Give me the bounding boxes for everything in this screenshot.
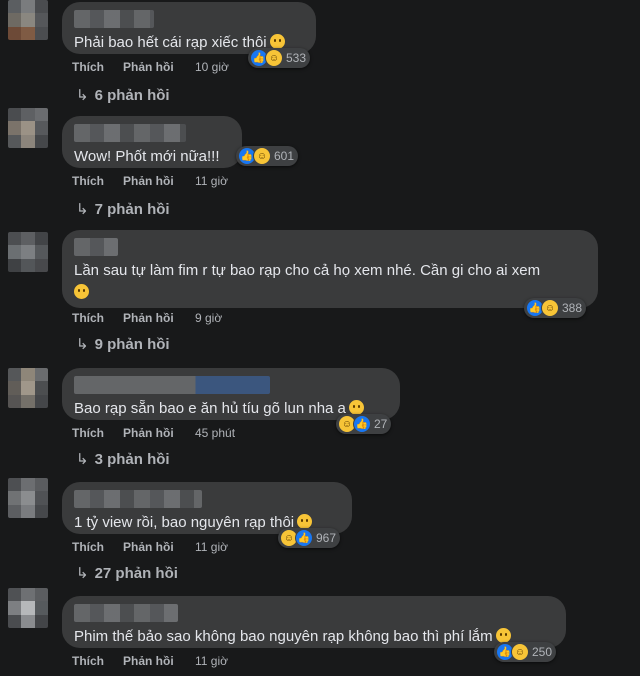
- comment-actions: Thích Phản hồi 11 giờ: [72, 540, 228, 554]
- reply-link[interactable]: Phản hồi: [123, 426, 195, 440]
- view-replies-link[interactable]: ↳ 27 phản hồi: [76, 564, 178, 582]
- reply-link[interactable]: Phản hồi: [123, 311, 195, 325]
- reply-link[interactable]: Phản hồi: [123, 654, 195, 668]
- reaction-summary[interactable]: ☺ 👍 27: [336, 414, 392, 434]
- crying-emoji-icon: [297, 514, 313, 529]
- avatar[interactable]: [8, 232, 48, 272]
- comment-text: Phim thế bảo sao không bao nguyên rạp kh…: [74, 626, 554, 648]
- reaction-count: 27: [374, 417, 388, 431]
- comment-bubble: 1 tỷ view rồi, bao nguyên rạp thôi: [62, 482, 352, 534]
- reaction-count: 967: [316, 531, 337, 545]
- comment-time[interactable]: 11 giờ: [195, 540, 228, 554]
- rolling-laughing-emoji-icon: [74, 284, 89, 299]
- avatar[interactable]: [8, 588, 48, 628]
- commenter-name[interactable]: [74, 124, 186, 142]
- replies-label: 6 phản hồi: [94, 87, 170, 104]
- replies-label: 7 phản hồi: [94, 201, 170, 218]
- reaction-summary[interactable]: 👍 ☺ 250: [494, 642, 557, 662]
- reaction-count: 533: [286, 51, 307, 65]
- haha-reaction-icon: ☺: [253, 147, 271, 165]
- comment-actions: Thích Phản hồi 10 giờ: [72, 60, 229, 74]
- commenter-name[interactable]: [74, 376, 270, 394]
- view-replies-link[interactable]: ↳ 6 phản hồi: [76, 86, 170, 104]
- comment-actions: Thích Phản hồi 11 giờ: [72, 174, 228, 188]
- avatar[interactable]: [8, 0, 48, 40]
- replies-label: 3 phản hồi: [94, 451, 170, 468]
- commenter-name[interactable]: [74, 490, 202, 508]
- view-replies-link[interactable]: ↳ 3 phản hồi: [76, 450, 170, 468]
- reply-arrow-icon: ↳: [76, 87, 89, 104]
- comment-text: Wow! Phốt mới nữa!!!: [74, 148, 220, 165]
- replies-label: 9 phản hồi: [94, 336, 170, 353]
- commenter-name[interactable]: [74, 604, 178, 622]
- reply-link[interactable]: Phản hồi: [123, 174, 195, 188]
- reaction-summary[interactable]: ☺ 👍 967: [278, 528, 341, 548]
- reply-arrow-icon: ↳: [76, 201, 89, 218]
- comment-time[interactable]: 45 phút: [195, 426, 235, 440]
- reply-link[interactable]: Phản hồi: [123, 60, 195, 74]
- comment-bubble: Phải bao hết cái rạp xiếc thôi: [62, 2, 316, 54]
- like-link[interactable]: Thích: [72, 311, 123, 325]
- like-link[interactable]: Thích: [72, 654, 123, 668]
- haha-reaction-icon: ☺: [511, 643, 529, 661]
- haha-reaction-icon: ☺: [265, 49, 283, 67]
- comment-time[interactable]: 11 giờ: [195, 654, 228, 668]
- like-reaction-icon: 👍: [295, 529, 313, 547]
- reaction-count: 601: [274, 149, 295, 163]
- view-replies-link[interactable]: ↳ 7 phản hồi: [76, 200, 170, 218]
- commenter-name[interactable]: [74, 10, 154, 28]
- haha-reaction-icon: ☺: [541, 299, 559, 317]
- comment-time[interactable]: 9 giờ: [195, 311, 222, 325]
- replies-label: 27 phản hồi: [94, 565, 178, 582]
- avatar[interactable]: [8, 368, 48, 408]
- like-link[interactable]: Thích: [72, 426, 123, 440]
- like-link[interactable]: Thích: [72, 540, 123, 554]
- comment-bubble: Phim thế bảo sao không bao nguyên rạp kh…: [62, 596, 566, 648]
- reaction-count: 388: [562, 301, 583, 315]
- view-replies-link[interactable]: ↳ 9 phản hồi: [76, 335, 170, 353]
- comment-time[interactable]: 11 giờ: [195, 174, 228, 188]
- like-reaction-icon: 👍: [353, 415, 371, 433]
- reply-arrow-icon: ↳: [76, 451, 89, 468]
- avatar[interactable]: [8, 108, 48, 148]
- smiling-emoji-icon: [348, 400, 364, 415]
- avatar[interactable]: [8, 478, 48, 518]
- comment-actions: Thích Phản hồi 9 giờ: [72, 311, 222, 325]
- comment-text: Lần sau tự làm fim r tự bao rạp cho cả h…: [74, 262, 541, 279]
- reply-link[interactable]: Phản hồi: [123, 540, 195, 554]
- grinning-emoji-icon: [269, 34, 285, 49]
- like-link[interactable]: Thích: [72, 60, 123, 74]
- reaction-summary[interactable]: 👍 ☺ 601: [236, 146, 299, 166]
- reply-arrow-icon: ↳: [76, 565, 89, 582]
- comment-actions: Thích Phản hồi 11 giờ: [72, 654, 228, 668]
- commenter-name[interactable]: [74, 238, 118, 256]
- comment-actions: Thích Phản hồi 45 phút: [72, 426, 235, 440]
- reaction-count: 250: [532, 645, 553, 659]
- comment-bubble: Bao rạp sẵn bao e ăn hủ tíu gõ lun nha a: [62, 368, 400, 420]
- reaction-summary[interactable]: 👍 ☺ 388: [524, 298, 587, 318]
- comment-bubble: Lần sau tự làm fim r tự bao rạp cho cả h…: [62, 230, 598, 308]
- like-link[interactable]: Thích: [72, 174, 123, 188]
- comment-bubble: Wow! Phốt mới nữa!!!: [62, 116, 242, 168]
- reply-arrow-icon: ↳: [76, 336, 89, 353]
- comment-time[interactable]: 10 giờ: [195, 60, 229, 74]
- reaction-summary[interactable]: 👍 ☺ 533: [248, 48, 311, 68]
- smirking-emoji-icon: [495, 628, 511, 643]
